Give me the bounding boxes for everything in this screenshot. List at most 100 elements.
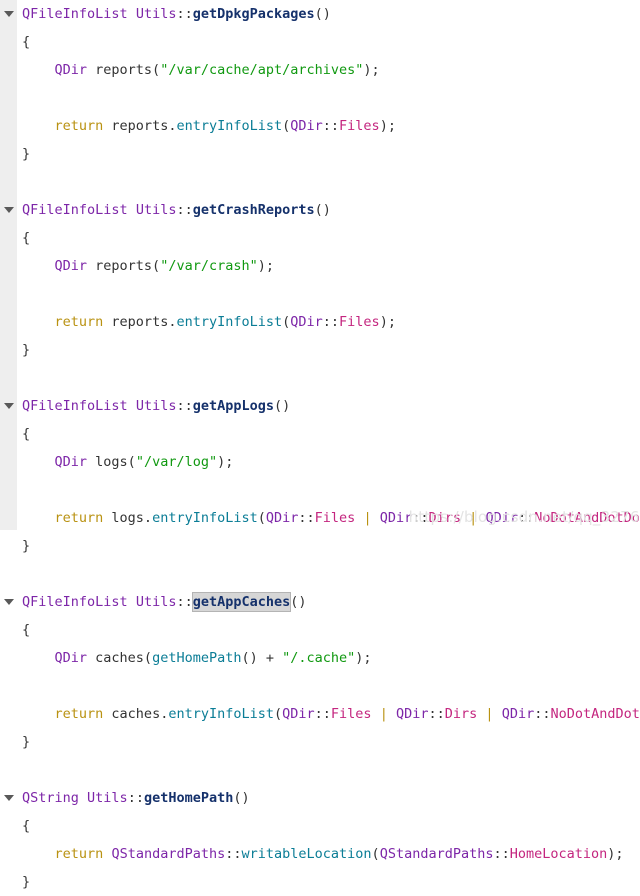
gutter-line [0, 168, 17, 196]
code-line[interactable] [22, 168, 640, 196]
code-token: return [54, 118, 104, 134]
code-token: ); [355, 650, 372, 666]
code-token: | [379, 706, 388, 722]
code-line[interactable]: { [22, 224, 640, 252]
code-token: QStandardPaths [111, 846, 226, 862]
chevron-down-icon[interactable] [4, 403, 14, 409]
code-token: () [233, 790, 250, 806]
code-token: ); [363, 62, 380, 78]
code-token: Files [314, 510, 356, 526]
code-line[interactable]: { [22, 616, 640, 644]
code-editor[interactable]: QFileInfoList Utils::getDpkgPackages(){ … [0, 0, 640, 890]
code-line[interactable]: return reports.entryInfoList(QDir::Files… [22, 112, 640, 140]
code-line[interactable]: return logs.entryInfoList(QDir::Files | … [22, 504, 640, 532]
code-line[interactable]: } [22, 868, 640, 896]
code-line[interactable]: } [22, 140, 640, 168]
code-line[interactable]: QDir reports("/var/crash"); [22, 252, 640, 280]
code-line[interactable] [22, 756, 640, 784]
code-token: ( [274, 706, 283, 722]
gutter-line [0, 448, 17, 476]
code-token: "/.cache" [282, 650, 356, 666]
code-line[interactable]: } [22, 728, 640, 756]
code-token: entryInfoList [176, 118, 283, 134]
gutter-line [0, 364, 17, 392]
code-token: } [22, 874, 31, 890]
code-token: :: [176, 6, 193, 22]
code-line[interactable]: { [22, 812, 640, 840]
code-token: Utils [135, 594, 177, 610]
fold-toggle-line-15[interactable] [0, 392, 17, 420]
code-token: QString [22, 790, 79, 806]
fold-toggle-line-22[interactable] [0, 588, 17, 616]
code-line[interactable] [22, 364, 640, 392]
code-line[interactable] [22, 84, 640, 112]
selected-token: getAppCaches [191, 592, 292, 612]
code-line[interactable]: QDir logs("/var/log"); [22, 448, 640, 476]
code-line[interactable]: QString Utils::getHomePath() [22, 784, 640, 812]
code-line[interactable] [22, 280, 640, 308]
fold-toggle-line-29[interactable] [0, 784, 17, 812]
gutter-line [0, 700, 17, 728]
code-token: { [22, 426, 31, 442]
code-token: QFileInfoList [22, 6, 128, 22]
code-token: QDir [282, 706, 315, 722]
code-token: Files [330, 706, 372, 722]
chevron-down-icon[interactable] [4, 599, 14, 605]
fold-gutter[interactable] [0, 0, 17, 801]
code-line[interactable]: QFileInfoList Utils::getAppCaches() [22, 588, 640, 616]
code-token: Files [339, 118, 380, 134]
code-line[interactable]: QDir caches(getHomePath() + "/.cache"); [22, 644, 640, 672]
code-token: getCrashReports [192, 202, 315, 218]
code-token: :: [176, 594, 193, 610]
code-token: NoDotAndDotDot [550, 706, 640, 722]
code-token: { [22, 818, 31, 834]
code-line[interactable]: QFileInfoList Utils::getCrashReports() [22, 196, 640, 224]
code-line[interactable]: QFileInfoList Utils::getDpkgPackages() [22, 0, 640, 28]
code-token: caches( [87, 650, 153, 666]
code-token: ); [217, 454, 234, 470]
gutter-line [0, 84, 17, 112]
code-token: ); [607, 846, 624, 862]
chevron-down-icon[interactable] [4, 795, 14, 801]
code-text-area[interactable]: QFileInfoList Utils::getDpkgPackages(){ … [17, 0, 640, 890]
code-line[interactable]: return QStandardPaths::writableLocation(… [22, 840, 640, 868]
code-line[interactable]: } [22, 532, 640, 560]
chevron-down-icon[interactable] [4, 207, 14, 213]
code-line[interactable]: } [22, 336, 640, 364]
gutter-line [0, 140, 17, 168]
gutter-line [0, 336, 17, 364]
code-line[interactable] [22, 476, 640, 504]
code-token: caches. [103, 706, 169, 722]
gutter-line [0, 420, 17, 448]
code-line[interactable]: return reports.entryInfoList(QDir::Files… [22, 308, 640, 336]
gutter-line [0, 308, 17, 336]
code-token: QDir [290, 314, 323, 330]
code-token: QDir [54, 258, 88, 274]
chevron-down-icon[interactable] [4, 11, 14, 17]
fold-toggle-line-1[interactable] [0, 0, 17, 28]
gutter-line [0, 812, 17, 840]
code-token: getAppLogs [192, 398, 274, 414]
code-token: getHomePath [143, 790, 234, 806]
code-token: QDir [395, 706, 429, 722]
code-token: return [54, 846, 104, 862]
code-line[interactable] [22, 560, 640, 588]
code-token: () + [241, 650, 283, 666]
code-line[interactable] [22, 672, 640, 700]
code-token: ( [257, 510, 266, 526]
gutter-line [0, 756, 17, 784]
code-token: QDir [54, 62, 88, 78]
code-line[interactable]: { [22, 28, 640, 56]
code-token: return [54, 314, 104, 330]
code-line[interactable]: { [22, 420, 640, 448]
code-token: return [54, 510, 104, 526]
fold-toggle-line-8[interactable] [0, 196, 17, 224]
code-line[interactable]: QFileInfoList Utils::getAppLogs() [22, 392, 640, 420]
code-token: :: [127, 790, 144, 806]
code-token: Utils [135, 202, 177, 218]
code-line[interactable]: QDir reports("/var/cache/apt/archives"); [22, 56, 640, 84]
code-line[interactable]: return caches.entryInfoList(QDir::Files … [22, 700, 640, 728]
